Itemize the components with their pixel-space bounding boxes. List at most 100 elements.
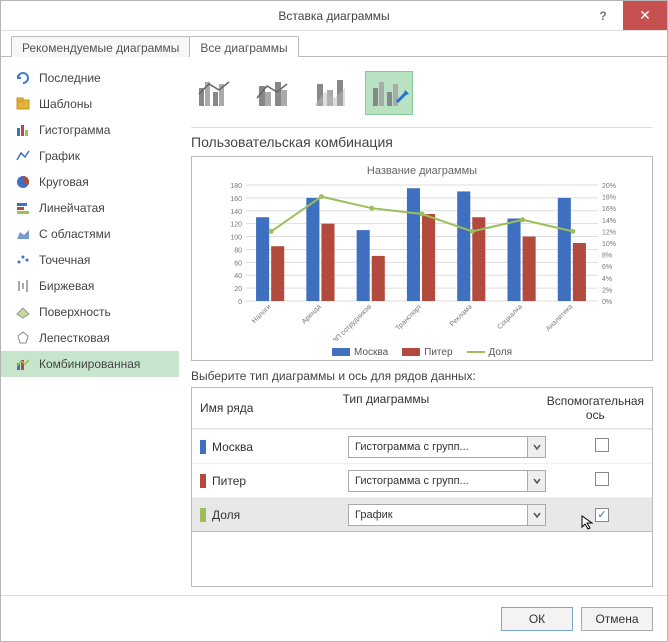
secondary-axis-checkbox[interactable] bbox=[595, 472, 609, 486]
chevron-down-icon[interactable] bbox=[527, 505, 545, 525]
sidebar-item-label: С областями bbox=[39, 227, 111, 241]
chart-subtype-3[interactable] bbox=[365, 71, 413, 115]
combo-icon bbox=[15, 356, 31, 372]
sidebar-item-hbar[interactable]: Линейчатая bbox=[1, 195, 179, 221]
area-icon bbox=[15, 226, 31, 242]
close-button[interactable]: ✕ bbox=[623, 1, 667, 30]
chart-subtype-icon bbox=[195, 74, 235, 113]
svg-text:12%: 12% bbox=[602, 229, 616, 236]
series-row[interactable]: ДоляГрафик bbox=[192, 497, 652, 531]
sidebar-item-label: Круговая bbox=[39, 175, 89, 189]
svg-text:Аренда: Аренда bbox=[301, 303, 323, 325]
series-type-dropdown[interactable]: Гистограмма с групп... bbox=[348, 470, 546, 492]
legend-item: Питер bbox=[402, 347, 452, 358]
secondary-axis-checkbox[interactable] bbox=[595, 438, 609, 452]
svg-text:140: 140 bbox=[230, 209, 242, 216]
svg-text:100: 100 bbox=[230, 235, 242, 242]
series-table-empty bbox=[191, 532, 653, 587]
tab-recommended[interactable]: Рекомендуемые диаграммы bbox=[11, 36, 190, 57]
line-icon bbox=[15, 148, 31, 164]
series-type-dropdown[interactable]: График bbox=[348, 504, 546, 526]
bar-icon bbox=[15, 122, 31, 138]
series-name-label: Москва bbox=[212, 440, 253, 454]
legend-item: Доля bbox=[467, 347, 512, 358]
recent-icon bbox=[15, 70, 31, 86]
templates-icon bbox=[15, 96, 31, 112]
svg-text:2%: 2% bbox=[602, 287, 612, 294]
dropdown-text: Гистограмма с групп... bbox=[349, 475, 527, 487]
chart-subtype-icon bbox=[369, 74, 409, 113]
svg-text:40: 40 bbox=[234, 273, 242, 280]
series-name-cell: Москва bbox=[192, 434, 342, 460]
titlebar: Вставка диаграммы ? ✕ bbox=[1, 1, 667, 31]
chart-subtype-icon bbox=[311, 74, 351, 113]
series-name-cell: Питер bbox=[192, 468, 342, 494]
series-color-swatch bbox=[200, 508, 206, 522]
stock-icon bbox=[15, 278, 31, 294]
sidebar-item-bar[interactable]: Гистограмма bbox=[1, 117, 179, 143]
svg-text:120: 120 bbox=[230, 222, 242, 229]
sidebar-item-label: Лепестковая bbox=[39, 331, 110, 345]
svg-text:8%: 8% bbox=[602, 253, 612, 260]
svg-text:6%: 6% bbox=[602, 264, 612, 271]
ok-button[interactable]: ОК bbox=[501, 607, 573, 631]
series-table: Имя ряда Тип диаграммы Вспомогательная о… bbox=[191, 387, 653, 532]
legend-item: Москва bbox=[332, 347, 388, 358]
svg-text:ЗП сотрудников: ЗП сотрудников bbox=[332, 303, 374, 341]
chart-subtype-0[interactable] bbox=[191, 71, 239, 115]
series-type-cell: График bbox=[342, 500, 552, 530]
sidebar-item-label: Биржевая bbox=[39, 279, 94, 293]
sidebar-item-templates[interactable]: Шаблоны bbox=[1, 91, 179, 117]
sidebar-item-line[interactable]: График bbox=[1, 143, 179, 169]
tab-all[interactable]: Все диаграммы bbox=[189, 36, 298, 57]
sidebar-item-area[interactable]: С областями bbox=[1, 221, 179, 247]
series-row[interactable]: Питер Гистограмма с групп... bbox=[192, 463, 652, 497]
svg-text:0%: 0% bbox=[602, 299, 612, 306]
sidebar-item-label: Шаблоны bbox=[39, 97, 92, 111]
sidebar-item-label: Последние bbox=[39, 71, 101, 85]
chart-preview-title: Название диаграммы bbox=[367, 165, 477, 177]
sidebar-item-label: Точечная bbox=[39, 253, 90, 267]
chart-subtype-row bbox=[179, 65, 653, 123]
svg-text:Транспорт: Транспорт bbox=[395, 303, 424, 332]
sidebar-item-surface[interactable]: Поверхность bbox=[1, 299, 179, 325]
secondary-axis-checkbox[interactable] bbox=[595, 508, 609, 522]
cancel-button[interactable]: Отмена bbox=[581, 607, 653, 631]
help-button[interactable]: ? bbox=[583, 1, 623, 30]
svg-text:Социалка: Социалка bbox=[496, 303, 524, 331]
chart-legend: Москва Питер Доля bbox=[332, 347, 512, 358]
series-color-swatch bbox=[200, 474, 206, 488]
svg-text:0: 0 bbox=[238, 299, 242, 306]
chevron-down-icon[interactable] bbox=[527, 437, 545, 457]
chart-subtype-icon bbox=[253, 74, 293, 113]
sidebar-item-label: График bbox=[39, 149, 80, 163]
surface-icon bbox=[15, 304, 31, 320]
svg-text:160: 160 bbox=[230, 196, 242, 203]
svg-text:14%: 14% bbox=[602, 218, 616, 225]
sidebar-item-pie[interactable]: Круговая bbox=[1, 169, 179, 195]
section-title: Пользовательская комбинация bbox=[179, 132, 653, 156]
series-type-cell: Гистограмма с групп... bbox=[342, 466, 552, 496]
sidebar-item-recent[interactable]: Последние bbox=[1, 65, 179, 91]
sidebar-item-scatter[interactable]: Точечная bbox=[1, 247, 179, 273]
dropdown-text: График bbox=[349, 509, 527, 521]
sidebar-item-radar[interactable]: Лепестковая bbox=[1, 325, 179, 351]
series-col-name: Имя ряда bbox=[192, 388, 337, 428]
series-axis-cell bbox=[552, 432, 652, 461]
series-col-axis: Вспомогательная ось bbox=[539, 388, 652, 428]
chart-subtype-2[interactable] bbox=[307, 71, 355, 115]
series-table-label: Выберите тип диаграммы и ось для рядов д… bbox=[179, 361, 653, 387]
series-row[interactable]: Москва Гистограмма с групп... bbox=[192, 429, 652, 463]
window-title: Вставка диаграммы bbox=[278, 9, 389, 23]
series-axis-cell bbox=[552, 466, 652, 495]
dialog-footer: ОК Отмена bbox=[1, 595, 667, 641]
svg-text:18%: 18% bbox=[602, 195, 616, 202]
series-col-type: Тип диаграммы bbox=[337, 388, 539, 428]
series-type-dropdown[interactable]: Гистограмма с групп... bbox=[348, 436, 546, 458]
sidebar-item-combo[interactable]: Комбинированная bbox=[1, 351, 179, 377]
sidebar-item-stock[interactable]: Биржевая bbox=[1, 273, 179, 299]
tab-bar: Рекомендуемые диаграммы Все диаграммы bbox=[1, 31, 667, 57]
chart-subtype-1[interactable] bbox=[249, 71, 297, 115]
chart-category-sidebar: Последние Шаблоны Гистограмма График Кругова… bbox=[1, 57, 179, 595]
chevron-down-icon[interactable] bbox=[527, 471, 545, 491]
